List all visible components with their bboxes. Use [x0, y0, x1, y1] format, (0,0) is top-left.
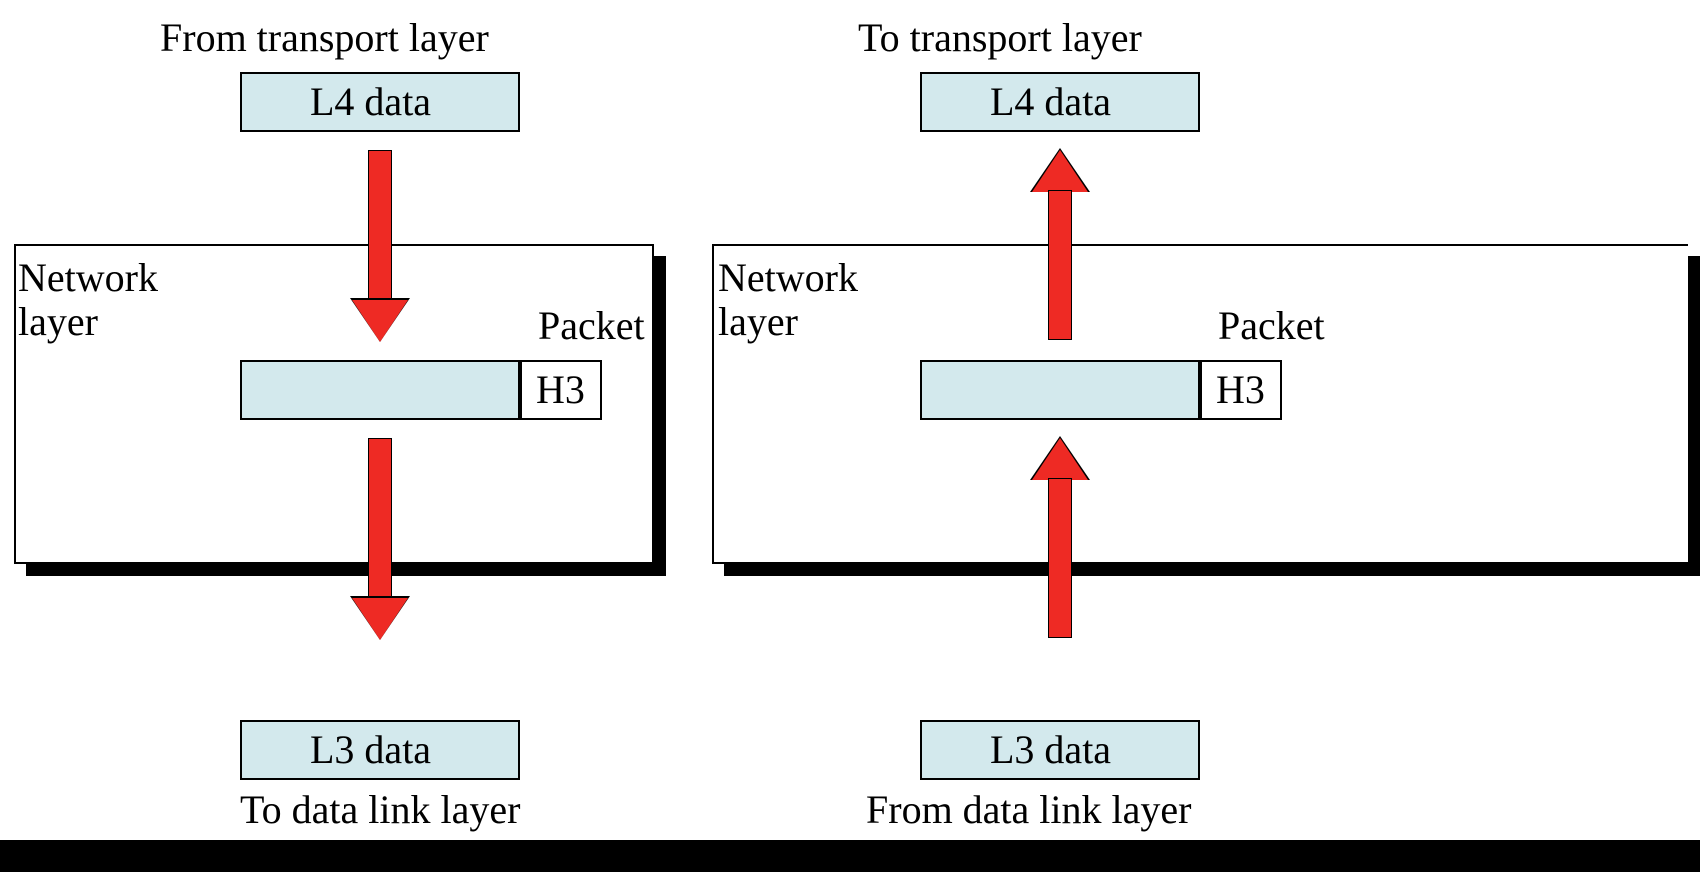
right-bottom-label: From data link layer [866, 788, 1191, 832]
right-arrow-1-up [1032, 150, 1088, 340]
left-l4-label: L4 data [310, 80, 431, 124]
right-h3-label: H3 [1216, 368, 1265, 412]
right-l3-label: L3 data [990, 728, 1111, 772]
bottom-background [0, 840, 1700, 872]
right-arrow-2-up [1032, 438, 1088, 638]
left-h3-label: H3 [536, 368, 585, 412]
left-bottom-label: To data link layer [240, 788, 520, 832]
right-l4-label: L4 data [990, 80, 1111, 124]
right-top-label: To transport layer [858, 16, 1142, 60]
left-packet-payload [240, 360, 520, 420]
right-network-layer-label: Network layer [718, 256, 858, 344]
left-packet-label: Packet [538, 304, 645, 348]
left-l3-label: L3 data [310, 728, 431, 772]
left-top-label: From transport layer [160, 16, 489, 60]
right-packet-payload [920, 360, 1200, 420]
diagram-canvas: From transport layer L4 data Packet H3 L… [0, 0, 1700, 872]
left-arrow-2-down [352, 438, 408, 638]
left-arrow-1-down [352, 150, 408, 340]
left-network-layer-label: Network layer [18, 256, 158, 344]
right-packet-label: Packet [1218, 304, 1325, 348]
